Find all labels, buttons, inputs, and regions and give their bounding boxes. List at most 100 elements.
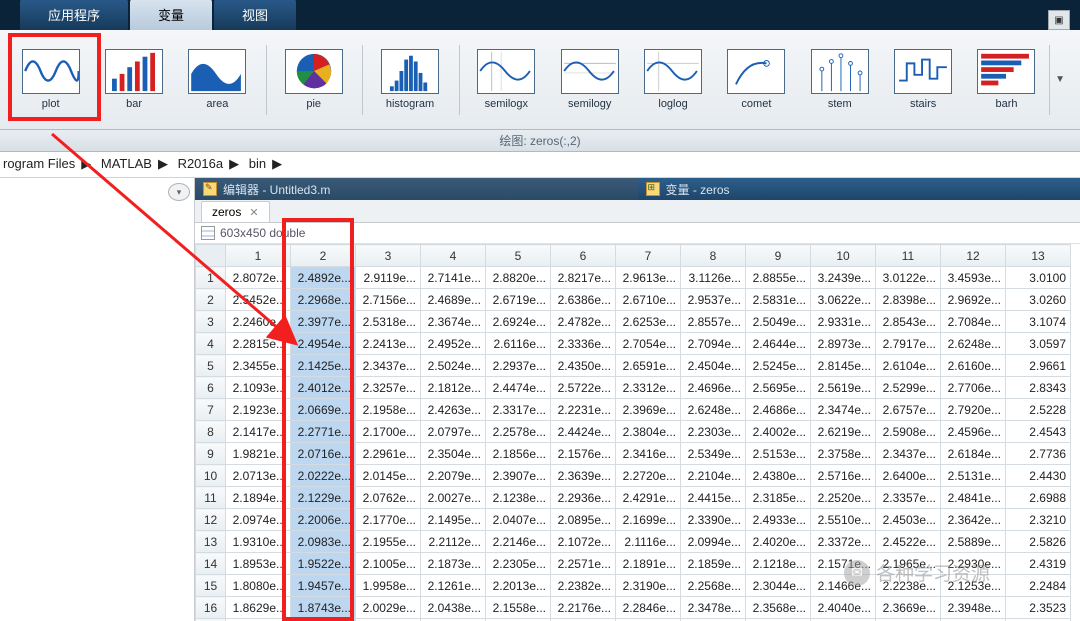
cell[interactable]: 1.8743e... [291,597,356,619]
cell[interactable]: 2.4543 [1006,421,1071,443]
gallery-loglog[interactable]: loglog [632,49,713,110]
cell[interactable]: 1.9310e... [226,531,291,553]
column-header[interactable]: 3 [356,245,421,267]
cell[interactable]: 2.2460e... [226,311,291,333]
cell[interactable]: 2.0994e... [681,531,746,553]
cell[interactable]: 2.6924e... [486,311,551,333]
cell[interactable]: 2.1116e... [616,531,681,553]
cell[interactable]: 2.2413e... [356,333,421,355]
crumb[interactable]: bin [246,156,269,171]
cell[interactable]: 2.4933e... [746,509,811,531]
cell[interactable]: 2.4892e... [291,267,356,289]
cell[interactable]: 2.3948e... [941,597,1006,619]
cell[interactable]: 2.1770e... [356,509,421,531]
cell[interactable]: 2.5695e... [746,377,811,399]
cell[interactable]: 2.1891e... [616,553,681,575]
cell[interactable]: 2.7706e... [941,377,1006,399]
cell[interactable]: 2.3977e... [291,311,356,333]
cell[interactable]: 2.1417e... [226,421,291,443]
cell[interactable]: 2.1495e... [421,509,486,531]
cell[interactable]: 2.7920e... [941,399,1006,421]
cell[interactable]: 2.3044e... [746,575,811,597]
cell[interactable]: 2.2520e... [811,487,876,509]
cell[interactable]: 2.4474e... [486,377,551,399]
cell[interactable]: 2.0713e... [226,465,291,487]
row-header[interactable]: 7 [196,399,226,421]
cell[interactable]: 2.3372e... [811,531,876,553]
cell[interactable]: 2.1812e... [421,377,486,399]
cell[interactable]: 2.1218e... [746,553,811,575]
cell[interactable]: 2.3312e... [616,377,681,399]
cell[interactable]: 2.6104e... [876,355,941,377]
cell[interactable]: 1.9958e... [356,575,421,597]
cell[interactable]: 2.3390e... [681,509,746,531]
cell[interactable]: 2.2936e... [551,487,616,509]
column-header[interactable]: 2 [291,245,356,267]
cell[interactable]: 2.4596e... [941,421,1006,443]
gallery-barh[interactable]: barh [966,49,1047,110]
cell[interactable]: 2.7917e... [876,333,941,355]
cell[interactable]: 2.7084e... [941,311,1006,333]
cell[interactable]: 2.5826 [1006,531,1071,553]
cell[interactable]: 2.6184e... [941,443,1006,465]
cell[interactable]: 2.3474e... [811,399,876,421]
cell[interactable]: 2.7054e... [616,333,681,355]
cell[interactable]: 2.4954e... [291,333,356,355]
cell[interactable]: 2.4020e... [746,531,811,553]
cell[interactable]: 2.3674e... [421,311,486,333]
row-header[interactable]: 3 [196,311,226,333]
panel-menu-button[interactable]: ▾ [168,183,190,201]
cell[interactable]: 2.5722e... [551,377,616,399]
row-header[interactable]: 15 [196,575,226,597]
editor-pane-title[interactable]: 编辑器 - Untitled3.m [195,178,638,200]
cell[interactable]: 2.2231e... [551,399,616,421]
cell[interactable]: 2.8543e... [876,311,941,333]
cell[interactable]: 1.8629e... [226,597,291,619]
cell[interactable]: 2.2112e... [421,531,486,553]
cell[interactable]: 2.3437e... [356,355,421,377]
cell[interactable]: 2.0716e... [291,443,356,465]
cell[interactable]: 2.9661 [1006,355,1071,377]
column-header[interactable]: 10 [811,245,876,267]
cell[interactable]: 2.0895e... [551,509,616,531]
gallery-bar[interactable]: bar [93,49,174,110]
cell[interactable]: 3.2439e... [811,267,876,289]
cell[interactable]: 2.3190e... [616,575,681,597]
cell[interactable]: 1.9821e... [226,443,291,465]
cell[interactable]: 2.5452e... [226,289,291,311]
row-header[interactable]: 1 [196,267,226,289]
cell[interactable]: 2.3504e... [421,443,486,465]
cell[interactable]: 2.3478e... [681,597,746,619]
column-header[interactable]: 8 [681,245,746,267]
cell[interactable]: 2.4350e... [551,355,616,377]
gallery-histogram[interactable]: histogram [369,49,450,110]
cell[interactable]: 2.9692e... [941,289,1006,311]
cell[interactable]: 2.2104e... [681,465,746,487]
cell[interactable]: 2.1700e... [356,421,421,443]
cell[interactable]: 2.3455e... [226,355,291,377]
cell[interactable]: 2.3804e... [616,421,681,443]
cell[interactable]: 2.3568e... [746,597,811,619]
cell[interactable]: 2.5619e... [811,377,876,399]
cell[interactable]: 2.6988 [1006,487,1071,509]
cell[interactable]: 2.5716e... [811,465,876,487]
cell[interactable]: 3.1126e... [681,267,746,289]
cell[interactable]: 2.6248e... [941,333,1006,355]
cell[interactable]: 2.1859e... [681,553,746,575]
cell[interactable]: 2.4415e... [681,487,746,509]
cell[interactable]: 2.4380e... [746,465,811,487]
cell[interactable]: 2.6710e... [616,289,681,311]
cell[interactable]: 2.0983e... [291,531,356,553]
cell[interactable]: 2.1425e... [291,355,356,377]
cell[interactable]: 2.4782e... [551,311,616,333]
cell[interactable]: 2.5908e... [876,421,941,443]
row-header[interactable]: 6 [196,377,226,399]
cell[interactable]: 2.3336e... [551,333,616,355]
cell[interactable]: 2.8145e... [811,355,876,377]
cell[interactable]: 2.5245e... [746,355,811,377]
cell[interactable]: 2.5510e... [811,509,876,531]
cell[interactable]: 2.7156e... [356,289,421,311]
cell[interactable]: 2.2146e... [486,531,551,553]
cell[interactable]: 2.6400e... [876,465,941,487]
column-header[interactable]: 7 [616,245,681,267]
